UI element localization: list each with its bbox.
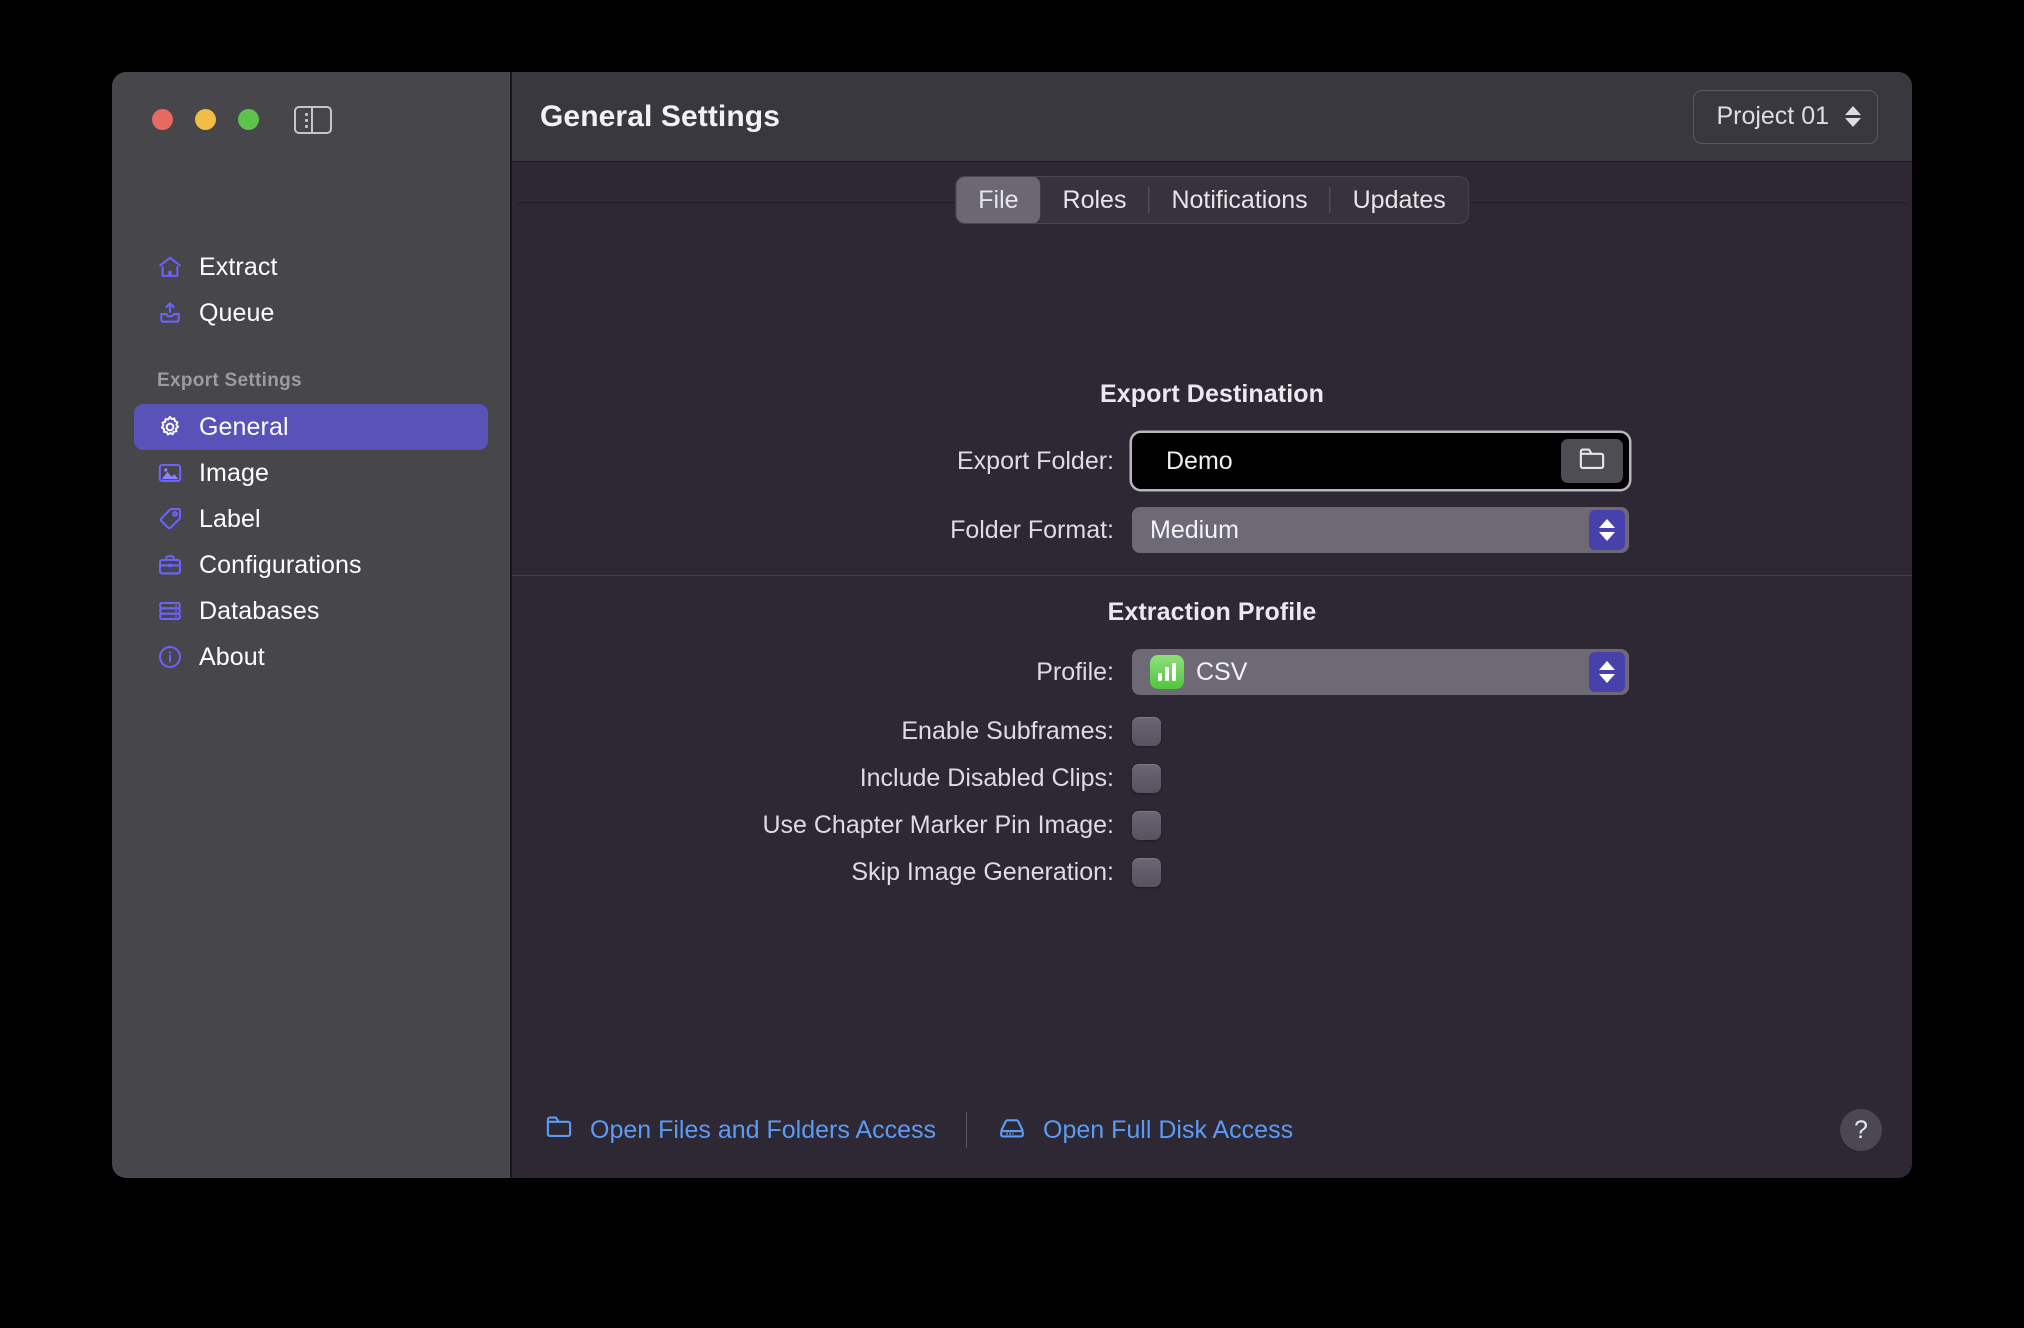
- sidebar-toggle-icon[interactable]: [294, 106, 332, 134]
- numbers-csv-icon: [1150, 655, 1184, 689]
- folder-icon: [1577, 446, 1607, 477]
- sidebar: Extract Queue Export Settings: [112, 72, 510, 1178]
- tag-icon: [157, 506, 183, 532]
- row-skip-image-generation: Skip Image Generation:: [512, 858, 1912, 887]
- footer: Open Files and Folders Access Open Full …: [512, 1082, 1912, 1178]
- sidebar-item-extract[interactable]: Extract: [134, 244, 488, 290]
- row-enable-subframes: Enable Subframes:: [512, 717, 1912, 746]
- skip-image-generation-checkbox[interactable]: [1132, 858, 1161, 887]
- tab-group: File Roles Notifications Updates: [955, 176, 1469, 224]
- folder-format-label: Folder Format:: [512, 516, 1132, 545]
- close-button[interactable]: [152, 109, 173, 130]
- row-folder-format: Folder Format: Medium: [512, 507, 1912, 553]
- zoom-button[interactable]: [238, 109, 259, 130]
- include-disabled-clips-checkbox[interactable]: [1132, 764, 1161, 793]
- tab-strip: File Roles Notifications Updates: [512, 162, 1912, 202]
- row-profile: Profile: CSV: [512, 649, 1912, 695]
- stepper-arrows-icon: [1845, 106, 1861, 127]
- form-area: Export Destination Export Folder: Demo: [512, 203, 1912, 1082]
- help-button[interactable]: ?: [1840, 1109, 1882, 1151]
- tab-file[interactable]: File: [956, 176, 1040, 224]
- sidebar-item-label: Queue: [199, 299, 275, 328]
- export-folder-label: Export Folder:: [512, 447, 1132, 476]
- briefcase-icon: [157, 552, 183, 578]
- disk-icon: [997, 1114, 1027, 1147]
- sidebar-item-label: Image: [199, 459, 269, 488]
- row-use-chapter-marker-pin-image: Use Chapter Marker Pin Image:: [512, 811, 1912, 840]
- tab-roles[interactable]: Roles: [1041, 176, 1149, 224]
- profile-value: CSV: [1196, 658, 1577, 687]
- profile-select[interactable]: CSV: [1132, 649, 1629, 695]
- info-circle-icon: [157, 644, 183, 670]
- sidebar-item-label[interactable]: Label: [134, 496, 488, 542]
- tab-updates[interactable]: Updates: [1331, 176, 1468, 224]
- include-disabled-clips-label: Include Disabled Clips:: [512, 764, 1132, 793]
- use-chapter-marker-pin-image-label: Use Chapter Marker Pin Image:: [512, 811, 1132, 840]
- folder-format-select[interactable]: Medium: [1132, 507, 1629, 553]
- profile-label: Profile:: [512, 658, 1132, 687]
- skip-image-generation-label: Skip Image Generation:: [512, 858, 1132, 887]
- queue-upload-icon: [157, 300, 183, 326]
- section-extraction-profile: Extraction Profile Profile: CSV Enable: [512, 576, 1912, 887]
- footer-divider: [966, 1112, 967, 1148]
- use-chapter-marker-pin-image-checkbox[interactable]: [1132, 811, 1161, 840]
- enable-subframes-checkbox[interactable]: [1132, 717, 1161, 746]
- sidebar-item-image[interactable]: Image: [134, 450, 488, 496]
- sidebar-item-general[interactable]: General: [134, 404, 488, 450]
- open-full-disk-access-link[interactable]: Open Full Disk Access: [997, 1114, 1293, 1147]
- titlebar: General Settings Project 01: [512, 72, 1912, 162]
- sidebar-nav: Extract Queue Export Settings: [112, 244, 510, 680]
- chevron-updown-icon: [1589, 652, 1625, 692]
- chevron-updown-icon: [1589, 510, 1625, 550]
- open-files-and-folders-access-link[interactable]: Open Files and Folders Access: [544, 1114, 936, 1147]
- minimize-button[interactable]: [195, 109, 216, 130]
- folder-format-value: Medium: [1150, 516, 1577, 545]
- image-icon: [157, 460, 183, 486]
- section-export-destination: Export Destination Export Folder: Demo: [512, 203, 1912, 553]
- sidebar-item-label: General: [199, 413, 289, 442]
- settings-panel: Export Destination Export Folder: Demo: [512, 202, 1912, 1178]
- footer-link-label: Open Full Disk Access: [1043, 1116, 1293, 1145]
- sidebar-item-queue[interactable]: Queue: [134, 290, 488, 336]
- page-title: General Settings: [540, 100, 780, 134]
- section-title: Extraction Profile: [512, 598, 1912, 627]
- traffic-lights: [152, 109, 259, 130]
- row-export-folder: Export Folder: Demo: [512, 433, 1912, 489]
- project-picker[interactable]: Project 01: [1693, 90, 1878, 144]
- sidebar-item-label: Databases: [199, 597, 319, 626]
- footer-link-label: Open Files and Folders Access: [590, 1116, 936, 1145]
- gear-icon: [157, 414, 183, 440]
- sidebar-item-label: Label: [199, 505, 261, 534]
- enable-subframes-label: Enable Subframes:: [512, 717, 1132, 746]
- row-include-disabled-clips: Include Disabled Clips:: [512, 764, 1912, 793]
- app-window: Extract Queue Export Settings: [112, 72, 1912, 1178]
- sidebar-group-label: Export Settings: [112, 370, 510, 392]
- export-folder-value: Demo: [1166, 447, 1561, 476]
- house-icon: [157, 254, 183, 280]
- database-icon: [157, 598, 183, 624]
- sidebar-item-databases[interactable]: Databases: [134, 588, 488, 634]
- folder-icon: [544, 1114, 574, 1147]
- export-folder-field[interactable]: Demo: [1132, 433, 1629, 489]
- browse-folder-button[interactable]: [1561, 439, 1623, 483]
- section-title: Export Destination: [512, 380, 1912, 409]
- content-area: General Settings Project 01 File Roles N…: [510, 72, 1912, 1178]
- sidebar-item-label: Extract: [199, 253, 278, 282]
- sidebar-item-configurations[interactable]: Configurations: [134, 542, 488, 588]
- sidebar-item-label: About: [199, 643, 265, 672]
- sidebar-item-about[interactable]: About: [134, 634, 488, 680]
- sidebar-item-label: Configurations: [199, 551, 362, 580]
- project-picker-value: Project 01: [1716, 102, 1829, 131]
- tab-notifications[interactable]: Notifications: [1149, 176, 1329, 224]
